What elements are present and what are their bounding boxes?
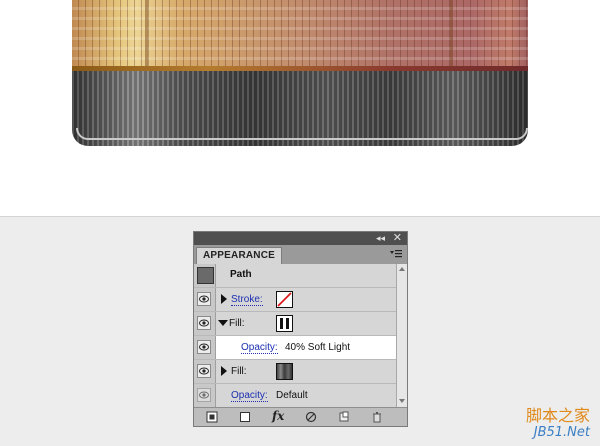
artwork-dash-pattern xyxy=(72,0,528,68)
collapse-triangle-icon[interactable] xyxy=(218,320,228,326)
appearance-list: Path Stroke: Fill: Opacity: 40% Soft Lig… xyxy=(194,264,396,408)
eye-column xyxy=(194,312,216,335)
scroll-down-icon[interactable] xyxy=(399,399,405,403)
expand-triangle-icon[interactable] xyxy=(221,294,227,304)
opacity-value: Default xyxy=(276,390,308,401)
artwork-seam xyxy=(145,0,148,68)
add-new-stroke-icon[interactable] xyxy=(206,411,218,423)
duplicate-item-icon[interactable] xyxy=(338,411,350,423)
stroke-link[interactable]: Stroke: xyxy=(231,294,263,306)
opacity-link[interactable]: Opacity: xyxy=(241,342,278,354)
stroke-row[interactable]: Stroke: xyxy=(194,288,396,312)
panel-tab-bar: APPEARANCE xyxy=(194,245,407,264)
artwork-preview xyxy=(72,0,528,146)
eye-column xyxy=(194,288,216,311)
add-new-effect-icon[interactable]: fx xyxy=(272,409,290,423)
watermark-chinese-text: 脚本之家 xyxy=(525,406,590,425)
object-thumbnail xyxy=(197,267,214,284)
panel-bottom-toolbar: fx xyxy=(194,407,407,426)
object-header-row[interactable]: Path xyxy=(194,264,396,288)
add-new-fill-icon[interactable] xyxy=(239,411,251,423)
opacity-row-1[interactable]: Opacity: 40% Soft Light xyxy=(194,336,396,360)
fill-row-2[interactable]: Fill: xyxy=(194,360,396,384)
appearance-panel: ◂◂ ✕ APPEARANCE Path Stroke: Fill: Opaci… xyxy=(193,231,408,427)
eye-column xyxy=(194,384,216,407)
artwork-rim-highlight xyxy=(76,128,528,140)
artwork-seam xyxy=(450,0,453,68)
visibility-eye-icon[interactable] xyxy=(197,316,211,330)
visibility-eye-icon[interactable] xyxy=(197,340,211,354)
collapse-panel-icon[interactable]: ◂◂ xyxy=(376,233,385,244)
visibility-eye-icon[interactable] xyxy=(197,292,211,306)
watermark-site-text: JB51.Net xyxy=(533,425,590,440)
visibility-eye-icon[interactable] xyxy=(197,364,211,378)
visibility-eye-icon[interactable] xyxy=(197,388,211,402)
scroll-up-icon[interactable] xyxy=(399,267,405,271)
site-watermark: 脚本之家 JB51.Net xyxy=(525,406,590,441)
opacity-row-2[interactable]: Opacity: Default xyxy=(194,384,396,408)
fill-label[interactable]: Fill: xyxy=(229,318,245,329)
close-panel-icon[interactable]: ✕ xyxy=(393,232,402,244)
clear-appearance-icon[interactable] xyxy=(305,411,317,423)
fill-label[interactable]: Fill: xyxy=(231,366,247,377)
stroke-swatch-none[interactable] xyxy=(276,291,293,308)
tab-appearance[interactable]: APPEARANCE xyxy=(196,247,283,264)
delete-item-icon[interactable] xyxy=(371,411,383,423)
opacity-value: 40% Soft Light xyxy=(285,342,351,353)
fill-row-1[interactable]: Fill: xyxy=(194,312,396,336)
expand-triangle-icon[interactable] xyxy=(221,366,227,376)
eye-column xyxy=(194,360,216,383)
panel-menu-icon[interactable] xyxy=(390,249,402,259)
object-title: Path xyxy=(230,269,252,280)
artboard-canvas xyxy=(0,0,600,217)
panel-title-bar[interactable]: ◂◂ ✕ xyxy=(194,232,407,245)
eye-column xyxy=(194,336,216,359)
panel-scrollbar[interactable] xyxy=(396,264,407,407)
fill-swatch-gradient[interactable] xyxy=(276,363,293,380)
fill-swatch-stripes[interactable] xyxy=(276,315,293,332)
eye-column xyxy=(194,264,216,287)
opacity-link[interactable]: Opacity: xyxy=(231,390,268,402)
